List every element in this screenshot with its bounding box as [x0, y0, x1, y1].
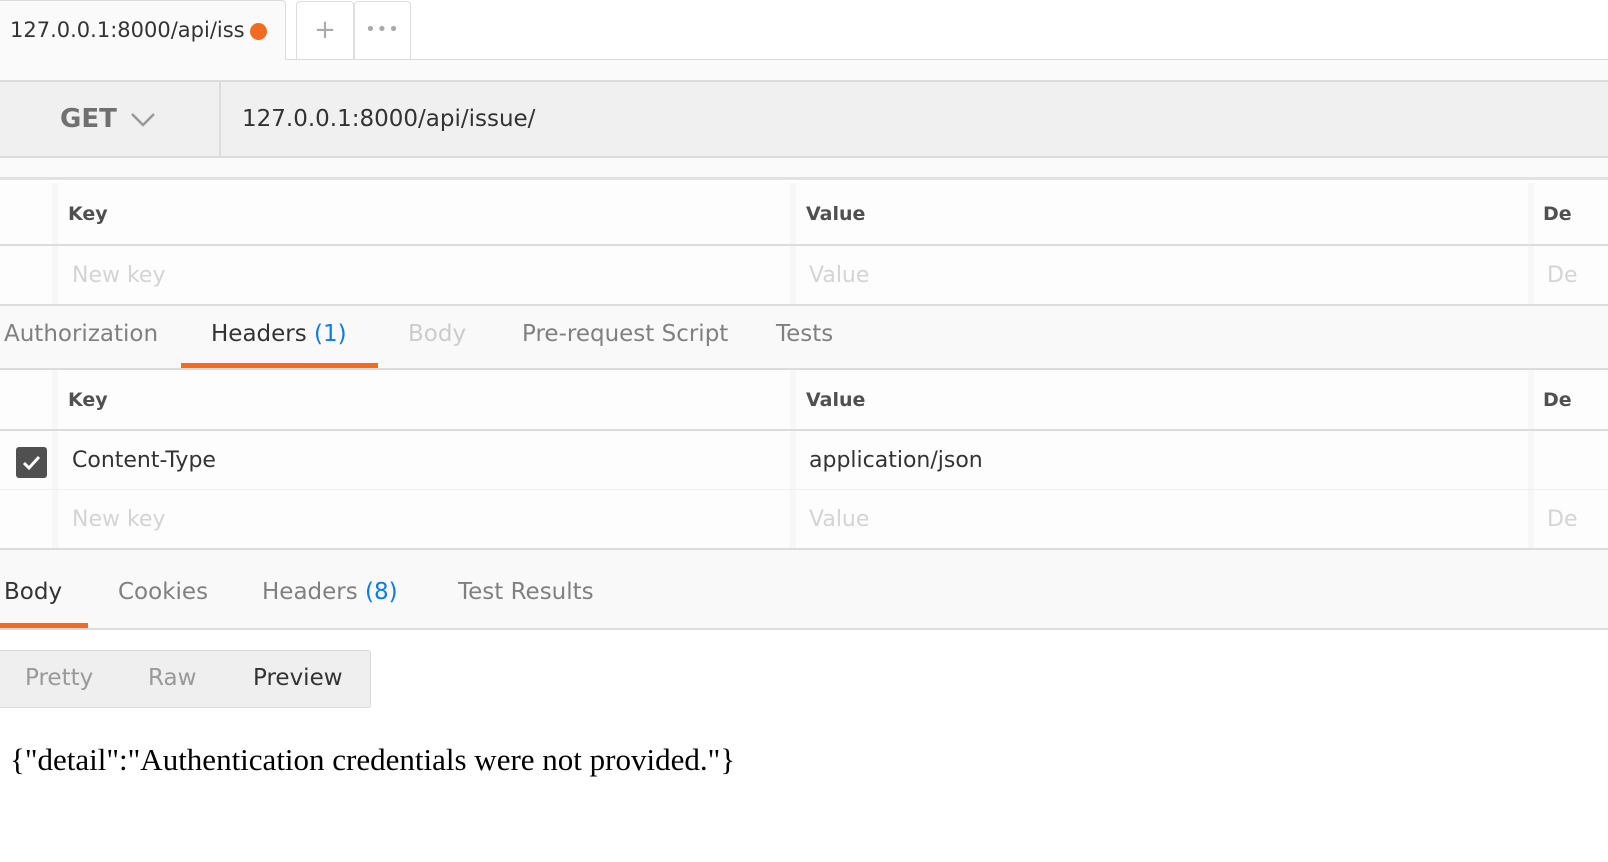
- chevron-down-icon: [131, 113, 155, 127]
- tab-response-body[interactable]: Body: [4, 579, 62, 605]
- header-key[interactable]: Content-Type: [72, 448, 216, 473]
- tab-cookies[interactable]: Cookies: [118, 579, 208, 605]
- headers-table: Key Value De Content-Type application/js…: [0, 370, 1608, 550]
- pretty-button[interactable]: Pretty: [25, 665, 93, 691]
- description-header: De: [1543, 389, 1572, 411]
- new-description-input[interactable]: De: [1547, 507, 1577, 532]
- key-header: Key: [68, 389, 108, 411]
- value-header: Value: [806, 389, 866, 411]
- url-bar: GET: [0, 80, 1608, 158]
- tab-title: 127.0.0.1:8000/api/iss: [10, 18, 245, 42]
- active-tab-indicator: [0, 623, 88, 628]
- unsaved-dot-icon: [250, 23, 267, 40]
- tab-body[interactable]: Body: [408, 321, 466, 347]
- description-header: De: [1543, 203, 1572, 225]
- request-tabs: Authorization Headers (1) Body Pre-reque…: [0, 306, 1608, 370]
- header-value[interactable]: application/json: [809, 448, 983, 473]
- raw-button[interactable]: Raw: [148, 665, 196, 691]
- active-tab-indicator: [181, 363, 378, 368]
- count-badge: (1): [314, 321, 347, 347]
- view-mode-group: Pretty Raw Preview: [0, 650, 371, 708]
- new-description-input[interactable]: De: [1547, 263, 1577, 288]
- method-label: GET: [60, 104, 117, 134]
- tab-response-headers[interactable]: Headers (8): [262, 579, 398, 605]
- tab-authorization[interactable]: Authorization: [4, 321, 158, 347]
- request-tab[interactable]: 127.0.0.1:8000/api/iss: [0, 0, 286, 60]
- count-badge: (8): [365, 579, 398, 605]
- key-header: Key: [68, 203, 108, 225]
- new-value-input[interactable]: Value: [809, 507, 869, 532]
- url-input[interactable]: [230, 92, 1530, 146]
- tab-label: Headers: [211, 321, 307, 347]
- new-key-input[interactable]: New key: [72, 263, 166, 288]
- spacer: [0, 158, 1608, 180]
- new-value-input[interactable]: Value: [809, 263, 869, 288]
- more-tabs-button[interactable]: •••: [354, 1, 411, 60]
- response-tabs: Body Cookies Headers (8) Test Results: [0, 550, 1608, 630]
- tab-test-results[interactable]: Test Results: [458, 579, 594, 605]
- header-enabled-checkbox[interactable]: [16, 447, 47, 478]
- method-select[interactable]: GET: [0, 82, 221, 156]
- tab-label: Headers: [262, 579, 358, 605]
- value-header: Value: [806, 203, 866, 225]
- new-key-input[interactable]: New key: [72, 507, 166, 532]
- tab-pre-request-script[interactable]: Pre-request Script: [522, 321, 728, 347]
- check-icon: [22, 455, 41, 471]
- preview-button[interactable]: Preview: [253, 665, 343, 691]
- response-body: {"detail":"Authentication credentials we…: [10, 742, 736, 777]
- tab-headers[interactable]: Headers (1): [211, 321, 347, 347]
- new-tab-button[interactable]: +: [296, 1, 354, 60]
- tab-tests[interactable]: Tests: [776, 321, 833, 347]
- spacer: [0, 60, 1608, 80]
- params-table: Key Value De New key Value De: [0, 183, 1608, 306]
